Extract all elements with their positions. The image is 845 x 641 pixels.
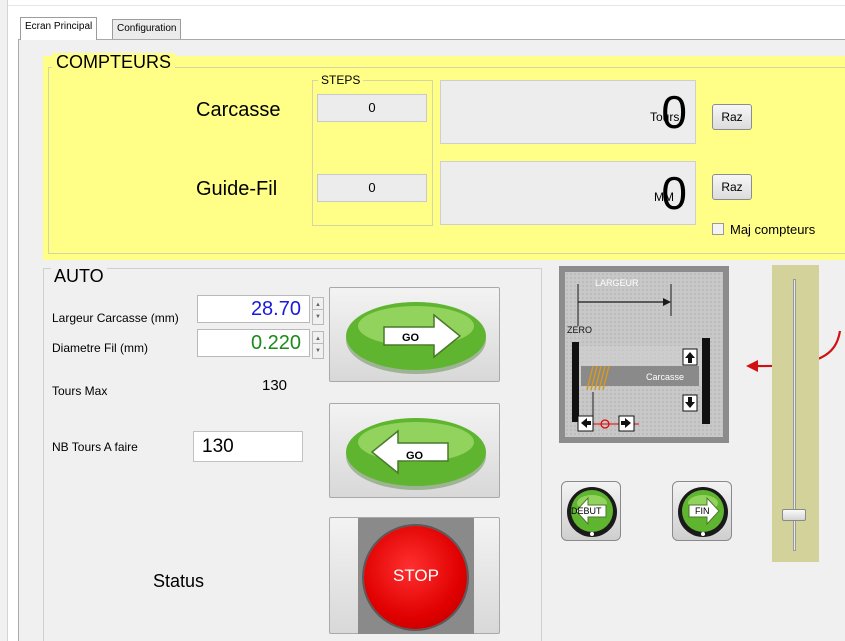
maj-compteurs-label: Maj compteurs xyxy=(730,222,816,237)
tab-configuration[interactable]: Configuration xyxy=(112,19,182,39)
fin-label: FIN xyxy=(695,506,710,516)
diametre-fil-label: Diametre Fil (mm) xyxy=(52,341,148,355)
carcasse-steps-field: 0 xyxy=(317,94,427,122)
guide-fil-unit: MM xyxy=(654,190,674,204)
diametre-fil-input[interactable]: 0.220 xyxy=(197,329,310,357)
carcasse-reset-button[interactable]: Raz xyxy=(712,104,752,130)
guide-fil-steps-field: 0 xyxy=(317,174,427,202)
largeur-carcasse-label: Largeur Carcasse (mm) xyxy=(52,311,179,325)
counters-title: COMPTEURS xyxy=(52,53,176,71)
tours-max-label: Tours Max xyxy=(52,384,108,398)
nb-tours-label: NB Tours A faire xyxy=(52,440,138,454)
go-forward-label: GO xyxy=(402,332,420,344)
diagram-carcasse-label: Carcasse xyxy=(646,372,685,382)
debut-button[interactable]: DEBUT xyxy=(561,481,621,541)
window-left-border xyxy=(0,0,8,641)
carcasse-label: Carcasse xyxy=(196,99,281,121)
diagram-shapes xyxy=(572,284,710,432)
window-top-border xyxy=(8,0,845,6)
status-label: Status xyxy=(153,571,205,591)
diametre-spin-down[interactable]: ▼ xyxy=(312,343,324,359)
largeur-carcasse-input[interactable]: 28.70 xyxy=(197,295,310,323)
debut-label: DEBUT xyxy=(571,506,602,516)
stop-label: STOP xyxy=(393,566,439,585)
nb-tours-input[interactable]: 130 xyxy=(193,431,303,462)
go-back-button[interactable]: GO xyxy=(329,403,500,498)
tours-max-value: 130 xyxy=(262,377,288,394)
largeur-spin-down[interactable]: ▼ xyxy=(312,309,324,325)
diagram-largeur-label: LARGEUR xyxy=(595,278,639,288)
go-forward-button[interactable]: GO xyxy=(329,287,500,382)
carcasse-unit: Tours xyxy=(650,110,680,124)
vertical-slider[interactable] xyxy=(772,265,819,562)
auto-title: AUTO xyxy=(51,267,107,285)
diagram-zero-label: ZERO xyxy=(567,325,593,335)
maj-compteurs-checkbox[interactable] xyxy=(712,223,724,235)
guide-fil-reset-button[interactable]: Raz xyxy=(712,174,752,200)
tab-ecran-principal[interactable]: Ecran Principal xyxy=(20,17,98,40)
guide-fil-label: Guide-Fil xyxy=(196,178,278,200)
slider-thumb[interactable] xyxy=(782,509,806,521)
go-back-label: GO xyxy=(406,450,424,462)
winding-diagram: LARGEUR ZERO Carcasse xyxy=(559,266,729,443)
fin-button[interactable]: FIN xyxy=(672,481,732,541)
steps-legend: STEPS xyxy=(318,74,364,86)
stop-button[interactable]: STOP xyxy=(329,517,500,634)
